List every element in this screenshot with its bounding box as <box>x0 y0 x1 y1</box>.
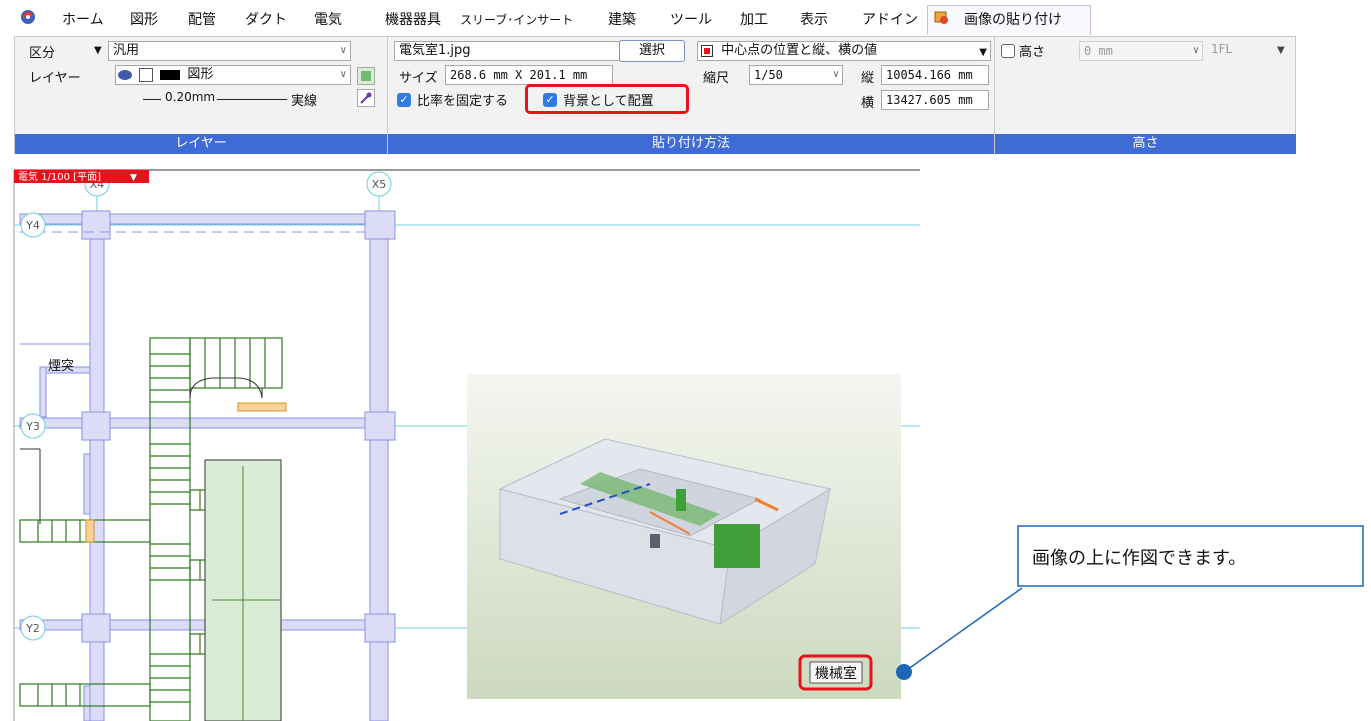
menu-process[interactable]: 加工 <box>740 9 768 29</box>
height-value: 0 mm <box>1084 44 1113 58</box>
height-dim-label: 縦 <box>861 71 875 86</box>
size-value: 268.6 mm X 201.1 mm <box>450 68 588 82</box>
scale-label: 縮尺 <box>703 71 730 86</box>
center-point-icon <box>701 44 713 57</box>
floor-dropdown-arrow-icon[interactable]: ▼ <box>1277 45 1285 56</box>
grid-label-y2: Y2 <box>25 622 40 635</box>
kubun-select[interactable]: 汎用 ∨ <box>108 41 351 61</box>
layer-value: 図形 <box>187 67 214 82</box>
paste-method-select[interactable]: 中心点の位置と縦、横の値 ▼ <box>697 41 991 61</box>
grid-bubble-y4: Y4 <box>20 212 46 238</box>
height-group-footer: 高さ <box>995 134 1296 154</box>
grid-label-x5: X5 <box>372 178 387 191</box>
menu-home[interactable]: ホーム <box>62 9 104 29</box>
background-highlight-box <box>525 84 689 114</box>
menu-shapes[interactable]: 図形 <box>130 9 158 29</box>
height-value-field[interactable]: 0 mm ∨ <box>1079 41 1203 61</box>
layer-label: レイヤー <box>29 71 81 86</box>
callout-text: 画像の上に作図できます。 <box>1032 548 1246 569</box>
width-dim-field[interactable]: 13427.605 mm <box>881 90 989 110</box>
paste-group-footer: 貼り付け方法 <box>388 134 994 154</box>
grid-label-y3: Y3 <box>25 420 40 433</box>
eyedropper-icon[interactable] <box>357 89 375 107</box>
callout-leader <box>903 587 1023 673</box>
height-dim-field[interactable]: 10054.166 mm <box>881 65 989 85</box>
menu-bar: ホーム 図形 配管 ダクト 電気 機器器具 スリーブ･インサート 建築 ツール … <box>0 0 1371 36</box>
kubun-value: 汎用 <box>113 43 140 58</box>
file-name-value: 電気室1.jpg <box>399 43 471 58</box>
menu-sleeve-insert[interactable]: スリーブ･インサート <box>460 11 573 28</box>
menu-equipment[interactable]: 機器器具 <box>385 9 441 29</box>
callout-dot <box>896 664 912 680</box>
height-check-label[interactable]: 高さ <box>1019 41 1045 60</box>
mech-tray-orange <box>237 402 287 412</box>
grid-bubble-y3: Y3 <box>20 413 46 439</box>
eye-icon <box>118 69 132 80</box>
drawing-canvas[interactable]: X4 X5 Y4 Y3 Y2 電気 1/100 [平面] ▼ 煙突 機械室 画像… <box>0 154 1371 721</box>
line-type-value: 実線 <box>291 94 318 109</box>
file-name-field: 電気室1.jpg <box>394 41 622 61</box>
menu-piping[interactable]: 配管 <box>188 9 216 29</box>
line-type-sample-icon <box>217 99 287 100</box>
menu-tools[interactable]: ツール <box>670 9 712 29</box>
menu-view[interactable]: 表示 <box>800 9 828 29</box>
line-sample-icon <box>143 99 161 100</box>
ribbon: 区分 ▼ 汎用 ∨ レイヤー 図形 ∨ 0.20mm 実線 レイヤー 電気室1.… <box>14 36 1296 154</box>
grid-bubble-x5: X5 <box>366 171 392 197</box>
menu-duct[interactable]: ダクト <box>245 9 287 29</box>
width-dim-label: 横 <box>861 96 875 111</box>
grid-label-y4: Y4 <box>25 219 40 232</box>
chevron-down-icon: ∨ <box>832 69 839 80</box>
menu-electric[interactable]: 電気 <box>314 9 342 29</box>
color-swatch-icon <box>160 69 181 80</box>
pasted-background-image[interactable] <box>467 374 901 699</box>
dropdown-arrow-icon: ▼ <box>979 47 987 58</box>
height-dim-value: 10054.166 mm <box>886 68 973 82</box>
menu-architecture[interactable]: 建築 <box>608 9 636 29</box>
mech-tray-orange-2 <box>85 519 95 543</box>
menu-addin[interactable]: アドイン <box>862 9 918 29</box>
select-file-button[interactable]: 選択 <box>619 40 685 62</box>
size-label: サイズ <box>399 71 438 86</box>
kubun-label: 区分 <box>29 46 56 61</box>
chevron-down-icon: ∨ <box>339 69 347 80</box>
view-tab-label: 電気 1/100 [平面] <box>18 170 101 183</box>
width-dim-value: 13427.605 mm <box>886 93 973 107</box>
app-logo-icon[interactable] <box>20 9 36 25</box>
scale-select[interactable]: 1/50 ∨ <box>749 65 843 85</box>
paste-image-icon <box>934 11 950 25</box>
paste-method-value: 中心点の位置と縦、横の値 <box>721 43 878 58</box>
room-label-chimney: 煙突 <box>48 358 74 374</box>
pencil-lock-icon <box>139 67 154 82</box>
mech-room-label: 機械室 <box>815 665 857 682</box>
menu-paste-image[interactable]: 画像の貼り付け <box>964 9 1062 29</box>
scale-value: 1/50 <box>754 68 783 82</box>
floor-value: 1FL <box>1211 42 1233 56</box>
size-field: 268.6 mm X 201.1 mm <box>445 65 613 85</box>
layer-select[interactable]: 図形 ∨ <box>115 65 351 85</box>
keep-ratio-checkbox[interactable]: ✓ <box>397 93 411 107</box>
kubun-dropdown-arrow-icon[interactable]: ▼ <box>94 45 102 56</box>
layer-group-footer: レイヤー <box>15 134 387 154</box>
grid-bubble-y2: Y2 <box>20 615 46 641</box>
view-tab-dropdown-icon[interactable]: ▼ <box>130 173 137 183</box>
keep-ratio-label[interactable]: 比率を固定する <box>417 90 508 109</box>
line-width-value: 0.20mm <box>165 90 216 104</box>
height-checkbox[interactable] <box>1001 44 1015 58</box>
chevron-down-icon: ∨ <box>339 45 347 56</box>
chevron-down-icon: ∨ <box>1192 45 1199 56</box>
layer-settings-icon[interactable] <box>357 67 375 85</box>
